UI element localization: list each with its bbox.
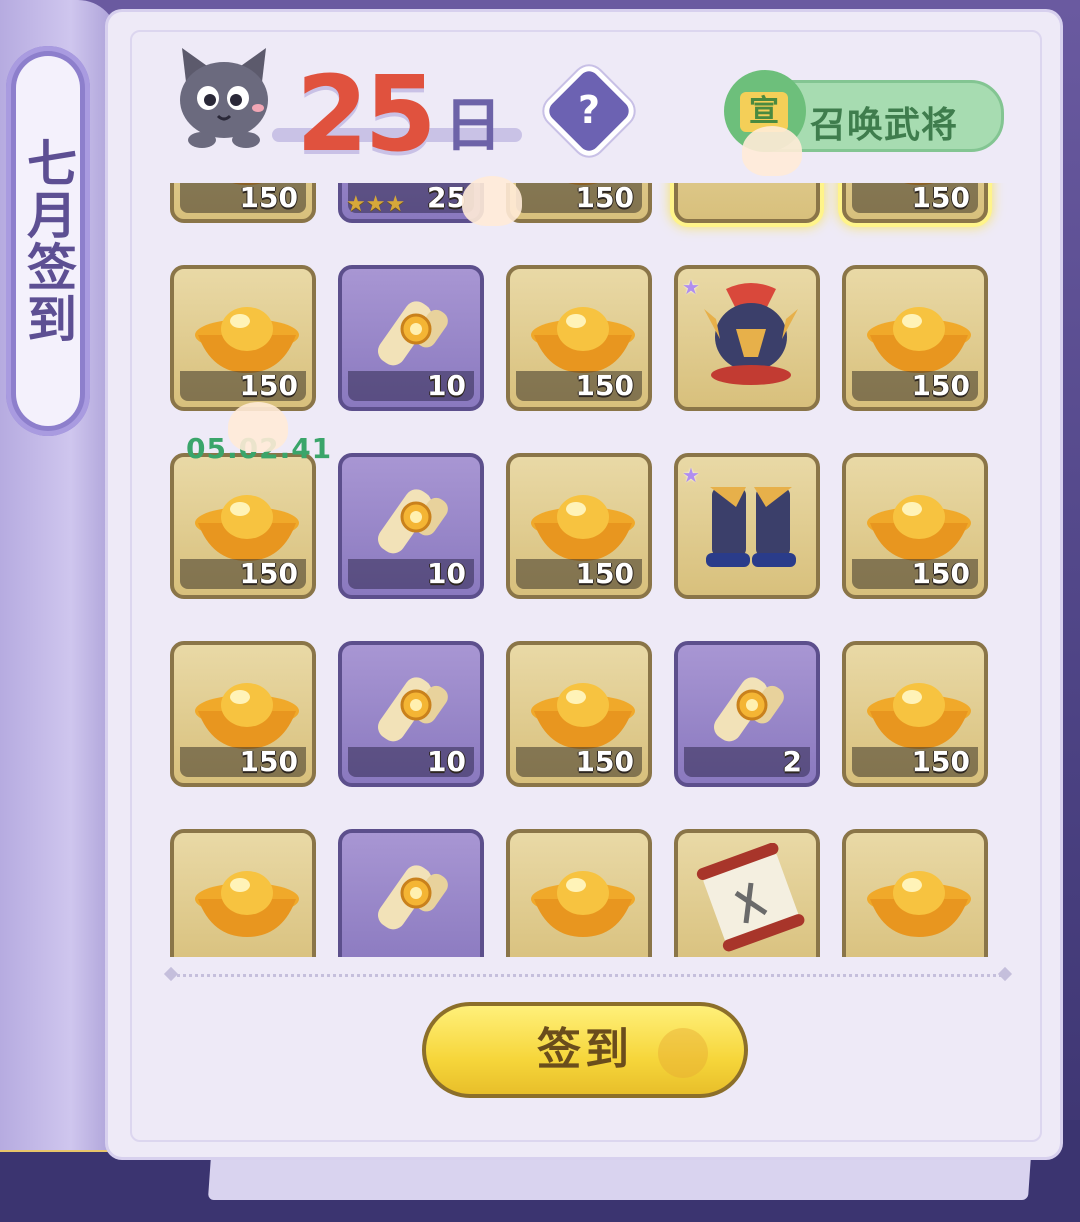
reward-cell[interactable]: 2: [674, 641, 820, 787]
reward-cell[interactable]: 150: [842, 265, 988, 411]
reward-quantity: 150: [575, 183, 634, 214]
month-tab[interactable]: 七月签到: [6, 46, 90, 436]
ingot-icon: [867, 495, 971, 561]
checkin-label[interactable]: 签到: [422, 1002, 748, 1098]
help-icon[interactable]: ?: [568, 84, 610, 136]
book-spine: 七月签到: [0, 0, 118, 1150]
hero-boots-icon: [706, 487, 796, 567]
reward-quantity: 10: [427, 369, 466, 402]
reward-quantity: 150: [911, 183, 970, 214]
summon-label: 召唤武将: [810, 105, 959, 146]
reward-quantity: 150: [911, 557, 970, 590]
ingot-icon: [867, 871, 971, 937]
reward-quantity: 150: [239, 369, 298, 402]
reward-quantity: 150: [575, 557, 634, 590]
watermark: [742, 126, 802, 176]
reward-cell[interactable]: 10: [338, 453, 484, 599]
ingot-icon: [531, 683, 635, 749]
reward-cell[interactable]: [506, 829, 652, 957]
reward-cell[interactable]: ★: [674, 265, 820, 411]
reward-quantity: 25: [427, 183, 466, 214]
cat-mascot-icon: [180, 48, 268, 148]
reward-cell[interactable]: 150: [506, 265, 652, 411]
scroll-icon: [378, 865, 448, 930]
reward-cell[interactable]: 150: [170, 265, 316, 411]
scroll-icon: [714, 677, 784, 742]
star-rating: ★★★: [346, 192, 406, 217]
reward-quantity: 150: [575, 745, 634, 778]
reward-quantity: 150: [239, 557, 298, 590]
reward-quantity: 150: [239, 183, 298, 214]
month-title: 七月签到: [19, 137, 77, 345]
reward-quantity: 2: [782, 745, 802, 778]
reward-quantity: 150: [911, 369, 970, 402]
rarity-star-icon: ★: [682, 463, 700, 487]
decree-scroll-icon: [696, 843, 805, 952]
divider: [172, 974, 1008, 977]
reward-quantity: 10: [427, 745, 466, 778]
reward-cell[interactable]: 10: [338, 641, 484, 787]
reward-cell[interactable]: [338, 829, 484, 957]
reward-cell[interactable]: [842, 829, 988, 957]
ingot-icon: [195, 871, 299, 937]
ingot-icon: [867, 307, 971, 373]
ingot-icon: [195, 683, 299, 749]
reward-cell[interactable]: 150: [170, 453, 316, 599]
reward-quantity: 150: [239, 745, 298, 778]
reward-cell[interactable]: 150: [506, 453, 652, 599]
reward-quantity: 10: [427, 557, 466, 590]
reward-cell[interactable]: 150: [842, 183, 988, 223]
hero-helmet-icon: [704, 283, 798, 385]
day-number: 25: [296, 53, 437, 175]
reward-cell[interactable]: 150: [170, 183, 316, 223]
reward-cell[interactable]: 150: [842, 641, 988, 787]
reward-cell[interactable]: [170, 829, 316, 957]
reward-cell[interactable]: ★: [674, 453, 820, 599]
ingot-icon: [195, 307, 299, 373]
hero-armor-icon: [696, 183, 806, 201]
reward-cell[interactable]: 150: [842, 453, 988, 599]
reward-quantity: 150: [911, 745, 970, 778]
reward-cell[interactable]: 150: [170, 641, 316, 787]
watermark: [462, 176, 522, 226]
reward-quantity: 150: [575, 369, 634, 402]
ingot-icon: [195, 495, 299, 561]
ingot-icon: [867, 683, 971, 749]
reward-cell[interactable]: [674, 183, 820, 223]
reward-cell[interactable]: [674, 829, 820, 957]
reward-grid: 150 ★★★ 25 150 150 150 10 150 ★ 150 150 10 150 ★ 150 15…: [170, 183, 1010, 957]
reward-cell[interactable]: 10: [338, 265, 484, 411]
watermark: [228, 402, 288, 452]
ingot-icon: [531, 871, 635, 937]
reward-cell[interactable]: 150: [506, 183, 652, 223]
reward-grid-viewport[interactable]: 150 ★★★ 25 150 150 150 10 150 ★ 150 150 10 150 ★ 150 15…: [170, 183, 1010, 957]
ingot-icon: [531, 307, 635, 373]
rarity-star-icon: ★: [682, 275, 700, 299]
reward-cell[interactable]: 150: [506, 641, 652, 787]
day-unit: 日: [444, 91, 503, 159]
ingot-icon: [531, 495, 635, 561]
